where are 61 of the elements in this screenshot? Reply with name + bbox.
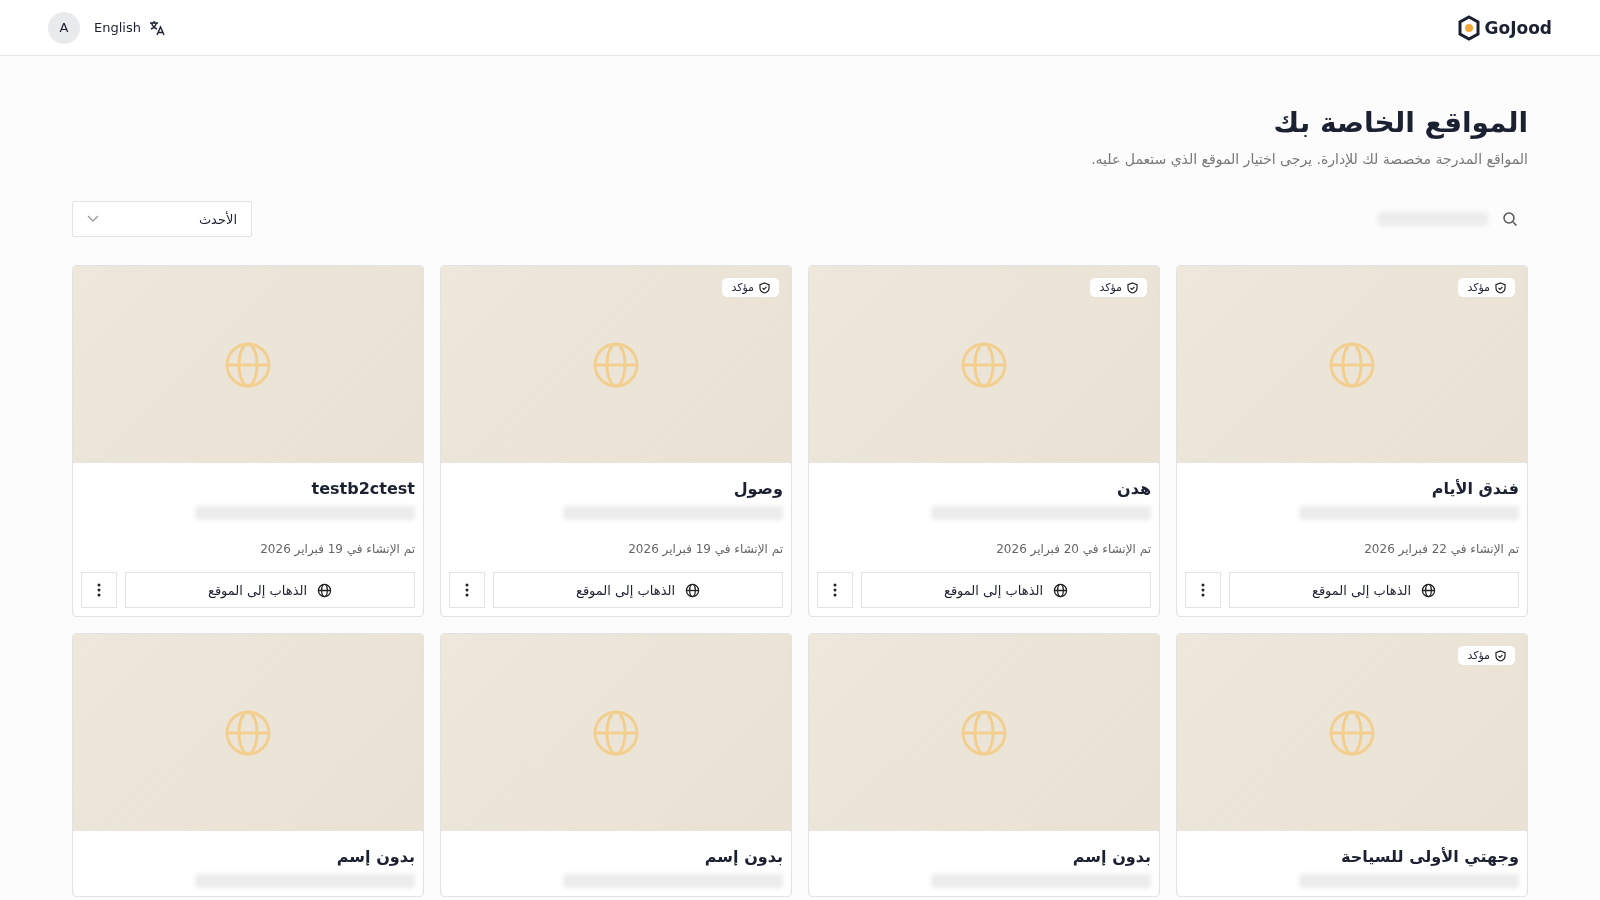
hexagon-logo-icon (1456, 14, 1481, 41)
globe-icon (1329, 341, 1375, 388)
globe-icon (961, 709, 1007, 756)
more-options-button[interactable] (1185, 572, 1221, 608)
shield-check-icon (1495, 281, 1506, 294)
vertical-dots-icon (833, 583, 837, 597)
globe-icon (317, 582, 333, 598)
go-to-site-button[interactable]: الذهاب إلى الموقع (493, 572, 783, 608)
shield-check-icon (1127, 281, 1138, 294)
globe-icon (593, 709, 639, 756)
logo-text: GoJood (1484, 17, 1552, 38)
verified-badge: مؤكد (1458, 278, 1515, 297)
site-card[interactable]: مؤكد وصول تم الإنشاء في 19 فبراير 2026 الذهاب إلى الموقع (440, 265, 792, 617)
created-date: تم الإنشاء في 22 فبراير 2026 (1363, 542, 1519, 556)
go-to-site-button[interactable]: الذهاب إلى الموقع (861, 572, 1151, 608)
more-options-button[interactable] (449, 572, 485, 608)
globe-icon (685, 582, 701, 598)
globe-icon (961, 341, 1007, 388)
vertical-dots-icon (1201, 583, 1205, 597)
globe-icon (1053, 582, 1069, 598)
site-name: بدون إسم (1071, 847, 1151, 866)
site-card[interactable]: مؤكد وجهتي الأولى للسياحة (1176, 633, 1528, 897)
globe-icon (225, 709, 271, 756)
created-date: تم الإنشاء في 20 فبراير 2026 (995, 542, 1151, 556)
verified-badge: مؤكد (1458, 646, 1515, 665)
go-to-site-button[interactable]: الذهاب إلى الموقع (1229, 572, 1519, 608)
vertical-dots-icon (97, 583, 101, 597)
site-name: testb2ctest (310, 479, 415, 498)
sort-dropdown[interactable]: الأحدث (72, 201, 252, 237)
site-card[interactable]: بدون إسم (808, 633, 1160, 897)
site-card[interactable]: مؤكد فندق الأيام تم الإنشاء في 22 فبراير 2026 الذهاب إلى الموقع (1176, 265, 1528, 617)
site-card[interactable]: بدون إسم (72, 633, 424, 897)
more-options-button[interactable] (81, 572, 117, 608)
verified-badge: مؤكد (1090, 278, 1147, 297)
globe-icon (1329, 709, 1375, 756)
globe-icon (593, 341, 639, 388)
more-options-button[interactable] (817, 572, 853, 608)
site-name: وجهتي الأولى للسياحة (1339, 847, 1519, 866)
site-name: هدن (1116, 479, 1151, 498)
chevron-down-icon (87, 215, 99, 223)
globe-icon (225, 341, 271, 388)
translate-icon (148, 19, 165, 36)
shield-check-icon (759, 281, 770, 294)
site-name: وصول (732, 479, 783, 498)
user-avatar[interactable]: A (48, 11, 80, 44)
site-name: بدون إسم (703, 847, 783, 866)
shield-check-icon (1495, 649, 1506, 662)
site-name: فندق الأيام (1430, 479, 1519, 498)
site-card[interactable]: بدون إسم (440, 633, 792, 897)
globe-icon (1421, 582, 1437, 598)
site-name: بدون إسم (335, 847, 415, 866)
language-button[interactable]: English (94, 19, 165, 36)
go-to-site-button[interactable]: الذهاب إلى الموقع (125, 572, 415, 608)
verified-badge: مؤكد (722, 278, 779, 297)
page-title: المواقع الخاصة بك (1272, 106, 1528, 139)
page-subtitle: المواقع المدرجة مخصصة لك للإدارة. يرجى اختيار الموقع الذي ستعمل عليه. (1090, 151, 1528, 167)
created-date: تم الإنشاء في 19 فبراير 2026 (627, 542, 783, 556)
created-date: تم الإنشاء في 19 فبراير 2026 (259, 542, 415, 556)
vertical-dots-icon (465, 583, 469, 597)
search-icon (1502, 211, 1518, 227)
site-card[interactable]: مؤكد هدن تم الإنشاء في 20 فبراير 2026 الذهاب إلى الموقع (808, 265, 1160, 617)
